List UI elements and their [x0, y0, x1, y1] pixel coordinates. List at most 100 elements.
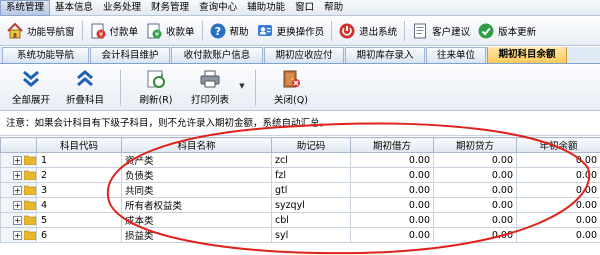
- suggestion-button[interactable]: 客户建议: [408, 19, 474, 43]
- account-name-cell[interactable]: 所有者权益类: [121, 197, 272, 213]
- table-row[interactable]: + 1 资产类 zcl 0.00 0.00 0.00: [0, 152, 600, 168]
- tab-account-maintenance[interactable]: 会计科目维护: [90, 47, 170, 63]
- account-code-cell[interactable]: 1: [36, 152, 122, 168]
- folder-icon: [24, 200, 36, 210]
- close-door-icon: [279, 68, 303, 90]
- opening-credit-cell[interactable]: 0.00: [433, 167, 517, 183]
- tab-partners[interactable]: 往来单位: [426, 47, 486, 63]
- menu-help[interactable]: 帮助: [319, 0, 348, 16]
- opening-credit-cell[interactable]: 0.00: [433, 182, 517, 198]
- menu-finance[interactable]: 财务管理: [146, 0, 194, 16]
- payment-button[interactable]: ¥ 付款单: [86, 19, 143, 43]
- expand-plus-icon[interactable]: +: [13, 185, 22, 195]
- help-label: 帮助: [229, 27, 249, 38]
- column-header-tree: [0, 137, 37, 153]
- opening-debit-cell[interactable]: 0.00: [350, 182, 434, 198]
- table-row[interactable]: + 3 共同类 gtl 0.00 0.00 0.00: [0, 182, 600, 198]
- update-icon: [476, 21, 496, 41]
- nav-window-button[interactable]: 功能导航窗: [3, 19, 79, 43]
- change-operator-button[interactable]: 更换操作员: [253, 19, 329, 43]
- collapse-accounts-button[interactable]: 折叠科目: [58, 68, 112, 108]
- exit-label: 退出系统: [359, 27, 398, 38]
- mnemonic-cell[interactable]: gtl: [271, 182, 351, 198]
- year-balance-cell[interactable]: 0.00: [516, 212, 600, 228]
- tree-cell[interactable]: +: [0, 152, 37, 168]
- column-header-code[interactable]: 科目代码: [36, 137, 122, 153]
- tab-opening-receivables[interactable]: 期初应收应付: [264, 47, 344, 63]
- table-row[interactable]: + 2 负债类 fzl 0.00 0.00 0.00: [0, 167, 600, 183]
- opening-debit-cell[interactable]: 0.00: [350, 152, 434, 168]
- year-balance-cell[interactable]: 0.00: [516, 182, 600, 198]
- account-name-cell[interactable]: 负债类: [121, 167, 272, 183]
- opening-credit-cell[interactable]: 0.00: [433, 152, 517, 168]
- account-code-cell[interactable]: 2: [36, 167, 122, 183]
- mnemonic-cell[interactable]: syl: [271, 227, 351, 243]
- tree-cell[interactable]: +: [0, 167, 37, 183]
- expand-plus-icon[interactable]: +: [13, 230, 22, 240]
- menu-basic-info[interactable]: 基本信息: [50, 0, 98, 16]
- print-list-button[interactable]: 打印列表: [183, 68, 237, 108]
- column-header-year-balance[interactable]: 年初余额: [516, 137, 600, 153]
- version-update-label: 版本更新: [498, 27, 537, 38]
- table-row[interactable]: + 6 损益类 syl 0.00 0.00 0.00: [0, 227, 600, 243]
- refresh-button[interactable]: 刷新(R): [129, 68, 183, 108]
- mnemonic-cell[interactable]: syzqyl: [271, 197, 351, 213]
- tab-system-nav[interactable]: 系统功能导航: [2, 47, 89, 63]
- table-row[interactable]: + 5 成本类 cbl 0.00 0.00 0.00: [0, 212, 600, 228]
- version-update-button[interactable]: 版本更新: [474, 19, 540, 43]
- expand-plus-icon[interactable]: +: [13, 215, 22, 225]
- table-row[interactable]: + 4 所有者权益类 syzqyl 0.00 0.00 0.00: [0, 197, 600, 213]
- expand-plus-icon[interactable]: +: [13, 155, 22, 165]
- tree-cell[interactable]: +: [0, 212, 37, 228]
- opening-credit-cell[interactable]: 0.00: [433, 197, 517, 213]
- account-name-cell[interactable]: 资产类: [121, 152, 272, 168]
- year-balance-cell[interactable]: 0.00: [516, 152, 600, 168]
- expand-plus-icon[interactable]: +: [13, 200, 22, 210]
- menu-query[interactable]: 查询中心: [194, 0, 242, 16]
- exit-button[interactable]: 退出系统: [335, 19, 401, 43]
- svg-text:¥: ¥: [98, 31, 103, 39]
- menu-business[interactable]: 业务处理: [98, 0, 146, 16]
- menu-window[interactable]: 窗口: [290, 0, 319, 16]
- opening-debit-cell[interactable]: 0.00: [350, 197, 434, 213]
- tab-opening-stock[interactable]: 期初库存录入: [345, 47, 425, 63]
- expand-plus-icon[interactable]: +: [13, 170, 22, 180]
- tree-cell[interactable]: +: [0, 227, 37, 243]
- tree-cell[interactable]: +: [0, 197, 37, 213]
- opening-debit-cell[interactable]: 0.00: [350, 227, 434, 243]
- menu-tools[interactable]: 辅助功能: [242, 0, 290, 16]
- change-operator-label: 更换操作员: [276, 27, 325, 38]
- tab-payment-accounts[interactable]: 收付款账户信息: [171, 47, 263, 63]
- column-header-mnemonic[interactable]: 助记码: [271, 137, 351, 153]
- mnemonic-cell[interactable]: zcl: [271, 152, 351, 168]
- year-balance-cell[interactable]: 0.00: [516, 197, 600, 213]
- column-header-opening-credit[interactable]: 期初贷方: [433, 137, 517, 153]
- account-code-cell[interactable]: 4: [36, 197, 122, 213]
- account-code-cell[interactable]: 6: [36, 227, 122, 243]
- opening-debit-cell[interactable]: 0.00: [350, 212, 434, 228]
- account-name-cell[interactable]: 成本类: [121, 212, 272, 228]
- column-header-name[interactable]: 科目名称: [121, 137, 272, 153]
- account-name-cell[interactable]: 损益类: [121, 227, 272, 243]
- menu-system[interactable]: 系统管理: [0, 0, 51, 16]
- expand-all-button[interactable]: 全部展开: [4, 68, 58, 108]
- opening-credit-cell[interactable]: 0.00: [433, 212, 517, 228]
- account-code-cell[interactable]: 3: [36, 182, 122, 198]
- year-balance-cell[interactable]: 0.00: [516, 167, 600, 183]
- opening-credit-cell[interactable]: 0.00: [433, 227, 517, 243]
- column-header-opening-debit[interactable]: 期初借方: [350, 137, 434, 153]
- folder-icon: [24, 170, 36, 180]
- mnemonic-cell[interactable]: cbl: [271, 212, 351, 228]
- receipt-button[interactable]: ¥ 收款单: [142, 19, 199, 43]
- year-balance-cell[interactable]: 0.00: [516, 227, 600, 243]
- close-button[interactable]: 关闭(Q): [264, 68, 318, 108]
- tab-opening-account-balance[interactable]: 期初科目余额: [487, 47, 567, 63]
- print-dropdown-arrow-icon[interactable]: ▼: [237, 68, 247, 104]
- opening-debit-cell[interactable]: 0.00: [350, 167, 434, 183]
- account-name-cell[interactable]: 共同类: [121, 182, 272, 198]
- mnemonic-cell[interactable]: fzl: [271, 167, 351, 183]
- tree-cell[interactable]: +: [0, 182, 37, 198]
- grid-header-row: 科目代码 科目名称 助记码 期初借方 期初贷方 年初余额: [0, 137, 600, 153]
- account-code-cell[interactable]: 5: [36, 212, 122, 228]
- help-button[interactable]: ? 帮助: [206, 19, 253, 43]
